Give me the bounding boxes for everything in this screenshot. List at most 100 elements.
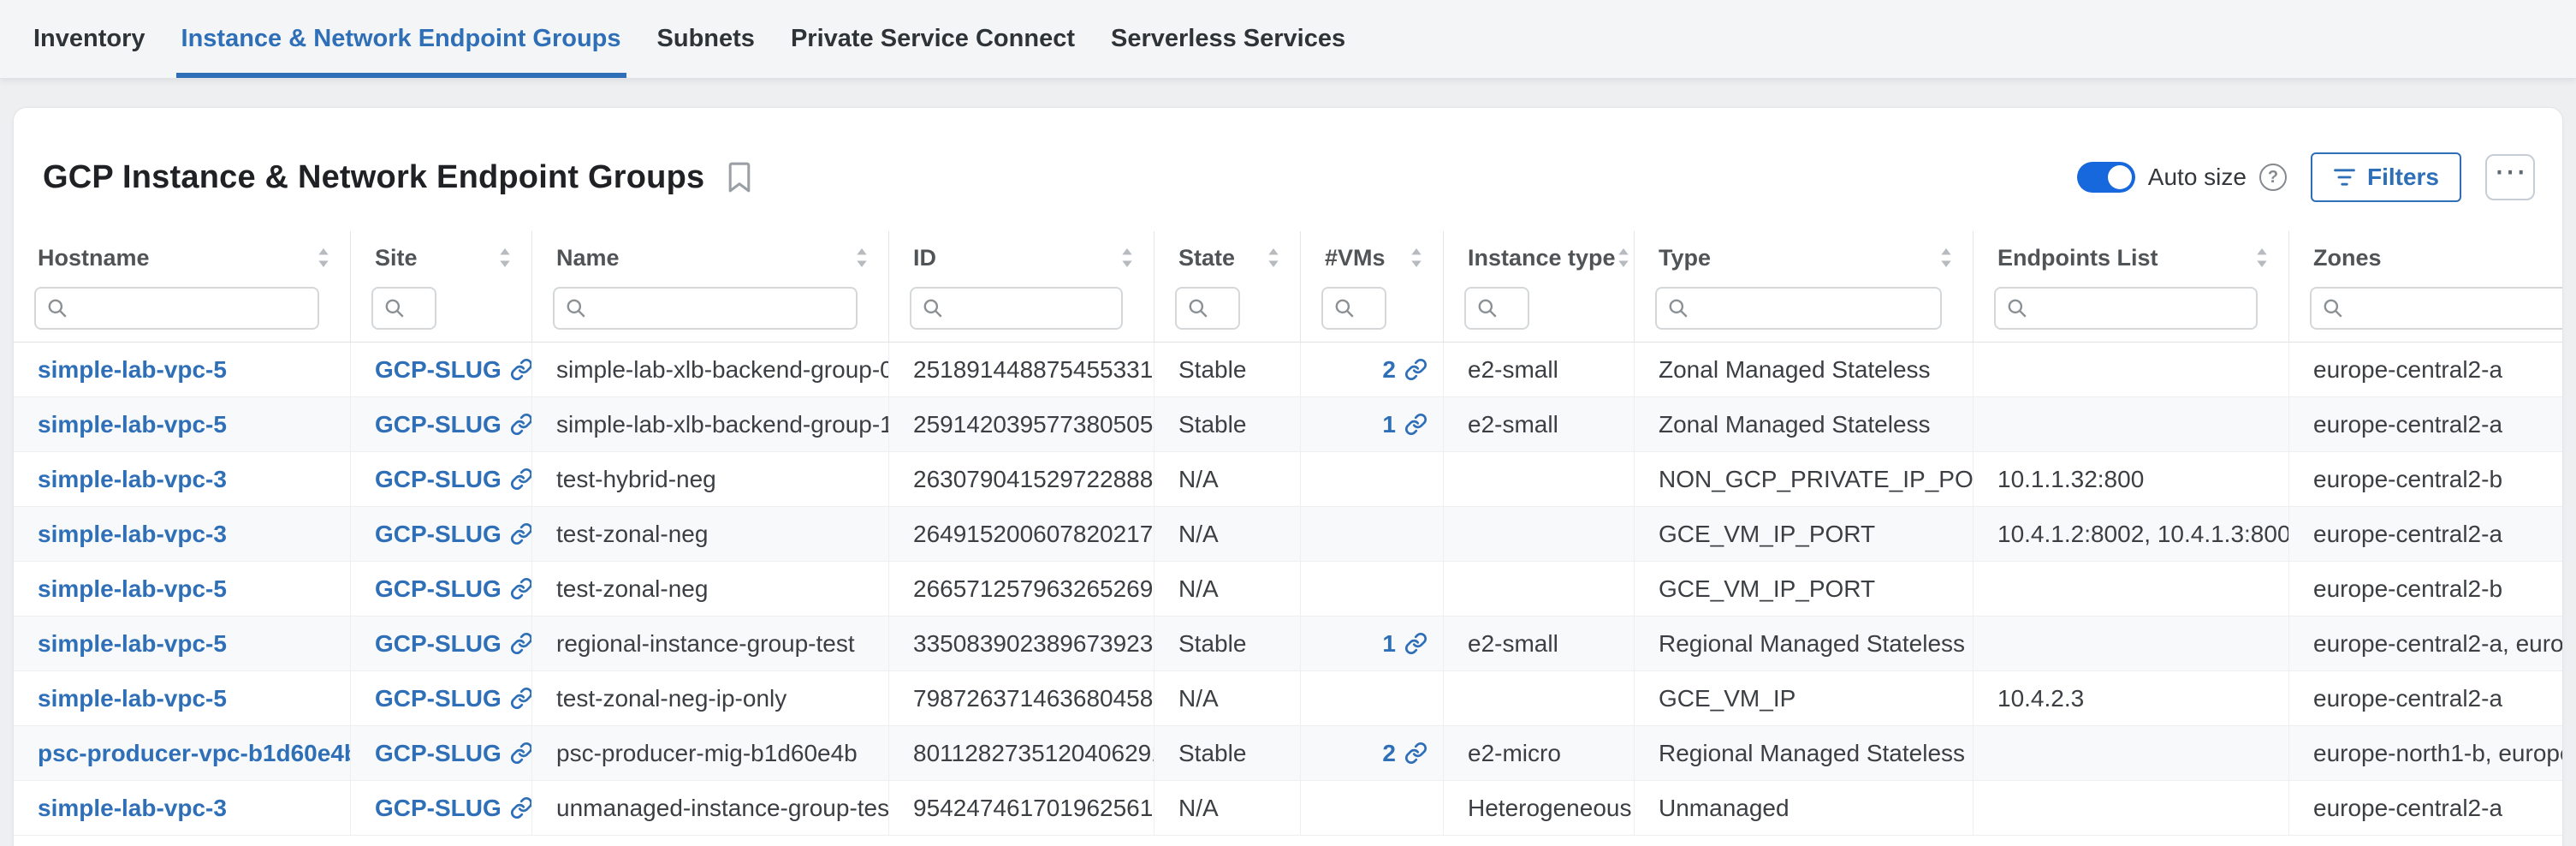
table-row[interactable]: simple-lab-vpc-5GCP-SLUGregional-instanc… [14, 617, 2562, 671]
column-header-instance_type[interactable]: Instance type [1444, 231, 1635, 284]
column-filter-input[interactable] [951, 295, 1111, 321]
hostname-link[interactable]: psc-producer-vpc-b1d60e4b [38, 740, 351, 767]
column-filter-input[interactable] [1216, 295, 1225, 321]
column-header-state[interactable]: State [1154, 231, 1301, 284]
cell-name: unmanaged-instance-group-test [532, 781, 889, 835]
hostname-link[interactable]: simple-lab-vpc-3 [38, 466, 227, 493]
hostname-link[interactable]: simple-lab-vpc-5 [38, 575, 227, 603]
site-link[interactable]: GCP-SLUG [375, 356, 502, 384]
column-filter-input[interactable] [2035, 295, 2246, 321]
filter-box[interactable] [910, 287, 1123, 330]
link-icon [1404, 413, 1427, 436]
tab-serverless-services[interactable]: Serverless Services [1106, 0, 1350, 78]
sort-icon[interactable] [316, 247, 331, 269]
filters-button[interactable]: Filters [2311, 152, 2461, 202]
hostname-link[interactable]: simple-lab-vpc-3 [38, 521, 227, 548]
search-icon [1476, 297, 1499, 319]
sort-icon[interactable] [854, 247, 870, 269]
search-icon [1333, 297, 1356, 319]
vms-link[interactable]: 1 [1382, 630, 1396, 658]
column-filter-input[interactable] [1696, 295, 1930, 321]
filter-box[interactable] [1175, 287, 1240, 330]
column-header-hostname[interactable]: Hostname [14, 231, 351, 284]
column-header-type[interactable]: Type [1635, 231, 1974, 284]
column-label: Instance type [1468, 245, 1616, 271]
tab-subnets[interactable]: Subnets [652, 0, 760, 78]
filter-box[interactable] [553, 287, 858, 330]
filter-box[interactable] [1655, 287, 1942, 330]
column-header-vms[interactable]: #VMs [1301, 231, 1444, 284]
search-icon [922, 297, 944, 319]
cell-endpoints [1974, 397, 2289, 451]
column-filter-input[interactable] [1362, 295, 1371, 321]
filter-box[interactable] [371, 287, 436, 330]
site-link[interactable]: GCP-SLUG [375, 685, 502, 712]
site-link[interactable]: GCP-SLUG [375, 466, 502, 493]
cell-vms: 2 [1301, 726, 1444, 780]
site-link[interactable]: GCP-SLUG [375, 630, 502, 658]
column-header-site[interactable]: Site [351, 231, 532, 284]
sort-icon[interactable] [1119, 247, 1135, 269]
vms-link[interactable]: 2 [1382, 740, 1396, 767]
more-options-button[interactable]: ⋯ [2485, 154, 2535, 200]
column-header-endpoints[interactable]: Endpoints List [1974, 231, 2289, 284]
column-filter-input[interactable] [413, 295, 421, 321]
cell-state: N/A [1154, 781, 1301, 835]
sort-icon[interactable] [1616, 247, 1631, 269]
table-row[interactable]: simple-lab-vpc-5GCP-SLUGtest-zonal-neg26… [14, 562, 2562, 617]
cell-site: GCP-SLUG [351, 562, 532, 616]
table-row[interactable]: simple-lab-vpc-5GCP-SLUGtest-zonal-neg-i… [14, 671, 2562, 726]
filter-box[interactable] [1464, 287, 1529, 330]
filter-box[interactable] [34, 287, 319, 330]
column-header-id[interactable]: ID [889, 231, 1154, 284]
cell-zones: europe-central2-a [2289, 397, 2562, 451]
hostname-link[interactable]: simple-lab-vpc-5 [38, 356, 227, 384]
site-link[interactable]: GCP-SLUG [375, 521, 502, 548]
cell-type: GCE_VM_IP_PORT [1635, 562, 1974, 616]
site-link[interactable]: GCP-SLUG [375, 411, 502, 438]
hostname-link[interactable]: simple-lab-vpc-5 [38, 685, 227, 712]
tab-inventory[interactable]: Inventory [28, 0, 151, 78]
table-row[interactable]: simple-lab-vpc-3 GCP-SLUG unmanaged-instan… [14, 781, 2562, 836]
table-row[interactable]: simple-lab-vpc-5GCP-SLUGsimple-lab-xlb-b… [14, 397, 2562, 452]
table-row[interactable]: psc-producer-vpc-b1d60e4bGCP-SLUGpsc-pro… [14, 726, 2562, 781]
vms-link[interactable]: 2 [1382, 356, 1396, 384]
column-label: Hostname [38, 245, 150, 271]
site-link[interactable]: GCP-SLUG [375, 575, 502, 603]
sort-icon[interactable] [497, 247, 513, 269]
hostname-link[interactable]: simple-lab-vpc-5 [38, 630, 227, 658]
column-header-name[interactable]: Name [532, 231, 889, 284]
vms-link[interactable]: 1 [1382, 411, 1396, 438]
site-link[interactable]: GCP-SLUG [375, 795, 502, 822]
table-row[interactable]: simple-lab-vpc-5GCP-SLUGsimple-lab-xlb-b… [14, 343, 2562, 397]
hostname-link[interactable]: simple-lab-vpc-5 [38, 411, 227, 438]
tab-label: Subnets [657, 25, 755, 53]
cell-zones: europe-central2-a, europe [2289, 617, 2562, 670]
table-row[interactable]: simple-lab-vpc-3GCP-SLUGtest-hybrid-neg2… [14, 452, 2562, 507]
sort-icon[interactable] [1409, 247, 1424, 269]
sort-icon[interactable] [1938, 247, 1954, 269]
cell-id: 2591420395773805054 [889, 397, 1154, 451]
table-row[interactable]: simple-lab-vpc-3GCP-SLUGtest-zonal-neg26… [14, 507, 2562, 562]
column-header-zones[interactable]: Zones [2289, 231, 2562, 284]
hostname-link[interactable]: simple-lab-vpc-3 [38, 795, 227, 822]
bookmark-icon[interactable] [727, 162, 752, 193]
sort-icon[interactable] [2254, 247, 2270, 269]
auto-size-toggle[interactable] [2077, 162, 2135, 193]
filter-box[interactable] [1994, 287, 2258, 330]
filter-box[interactable] [2310, 287, 2562, 330]
column-label: Site [375, 245, 418, 271]
site-link[interactable]: GCP-SLUG [375, 740, 502, 767]
tab-instance-network-endpoint-groups[interactable]: Instance & Network Endpoint Groups [176, 0, 626, 78]
filter-box[interactable] [1321, 287, 1386, 330]
column-filter-input[interactable] [75, 295, 307, 321]
cell-instance_type [1444, 671, 1635, 725]
column-filter-input[interactable] [594, 295, 846, 321]
cell-instance_type: e2-micro [1444, 726, 1635, 780]
column-filter-input[interactable] [1505, 295, 1514, 321]
sort-icon[interactable] [1266, 247, 1281, 269]
tab-private-service-connect[interactable]: Private Service Connect [786, 0, 1080, 78]
column-filter-instance_type [1444, 284, 1635, 342]
column-filter-input[interactable] [2351, 295, 2562, 321]
help-icon[interactable]: ? [2259, 164, 2287, 191]
